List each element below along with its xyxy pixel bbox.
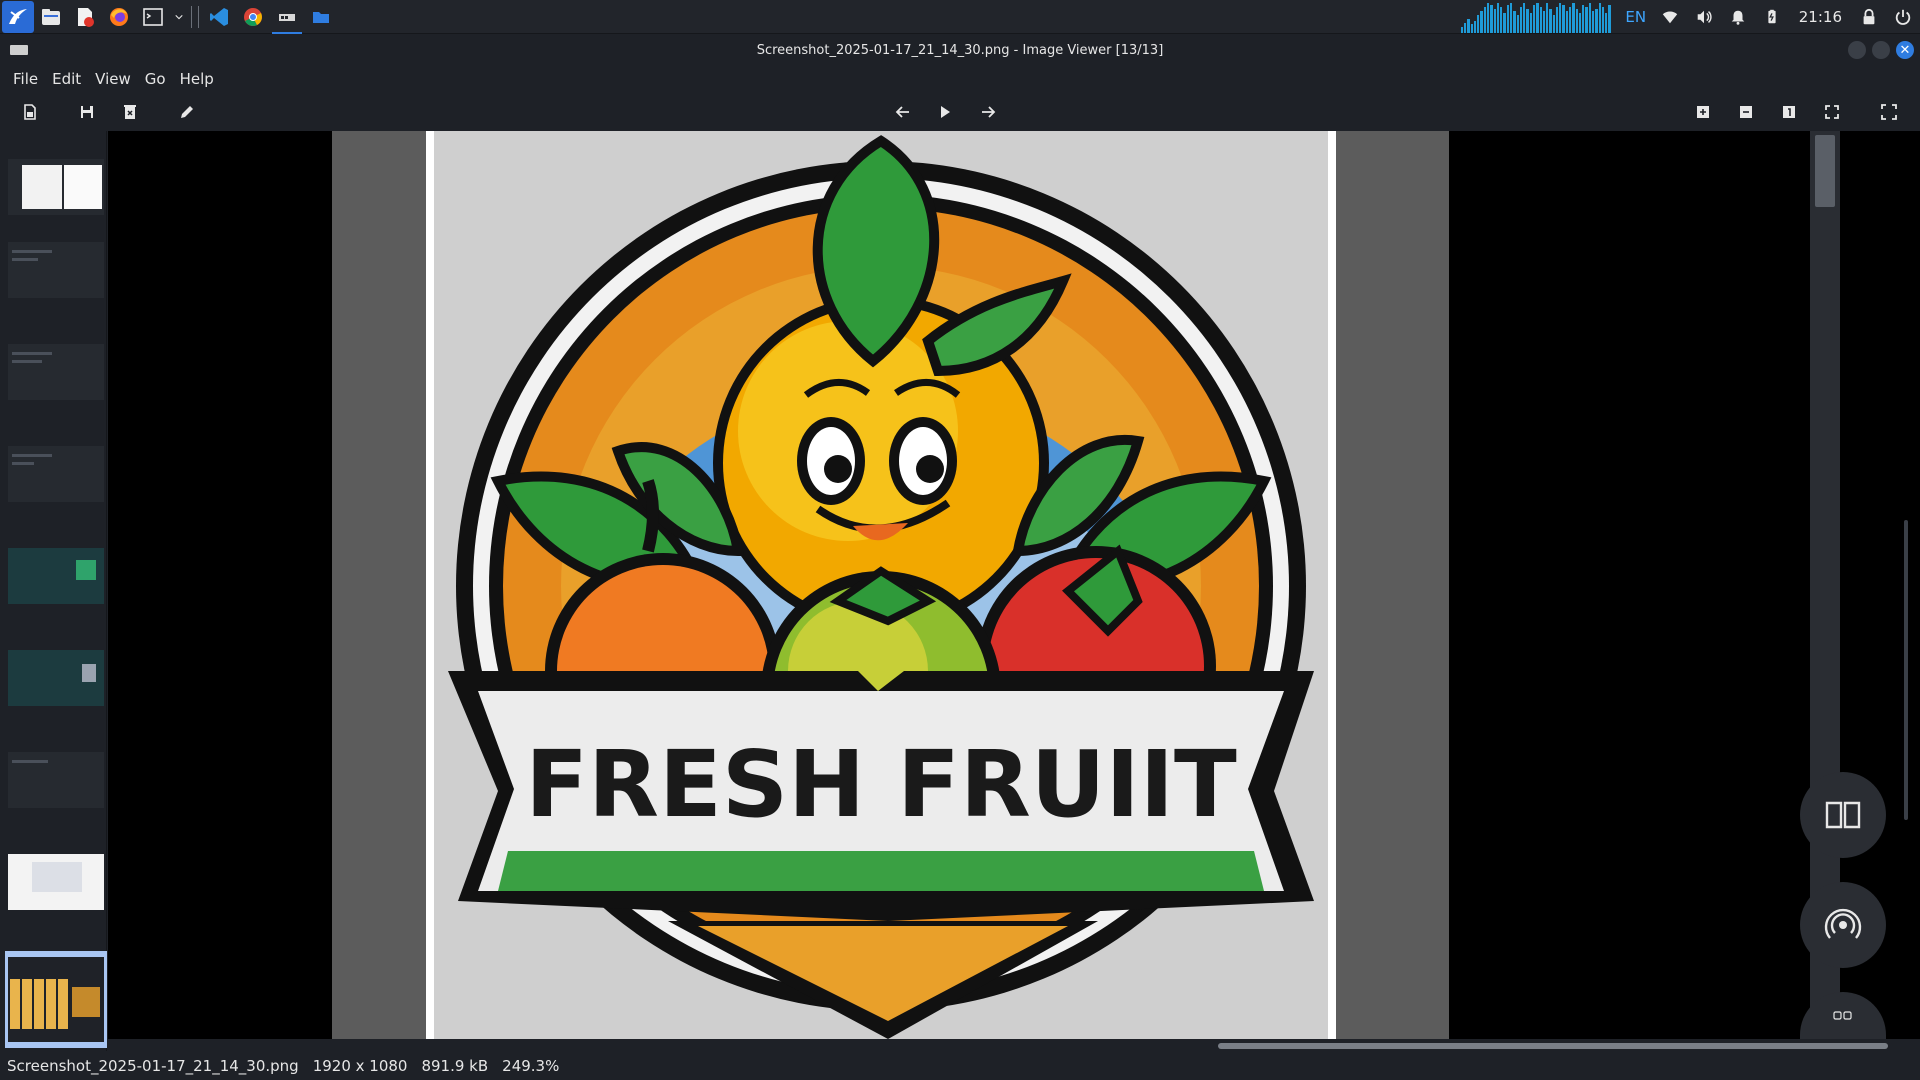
folder-icon[interactable] bbox=[304, 0, 338, 34]
notification-bell-icon[interactable] bbox=[1721, 0, 1755, 34]
status-filename: Screenshot_2025-01-17_21_14_30.png bbox=[7, 1056, 299, 1075]
file-manager-icon[interactable] bbox=[34, 0, 68, 34]
side-panel-scrollbar[interactable] bbox=[1904, 520, 1908, 820]
next-button[interactable] bbox=[974, 99, 1002, 125]
slideshow-button[interactable] bbox=[931, 99, 959, 125]
vertical-scrollbar-thumb[interactable] bbox=[1815, 135, 1835, 207]
chevron-down-icon[interactable] bbox=[170, 0, 188, 34]
menu-go[interactable]: Go bbox=[138, 70, 173, 88]
zoom-in-button[interactable] bbox=[1689, 99, 1717, 125]
panel-separator bbox=[198, 5, 199, 28]
next-icon bbox=[982, 106, 996, 118]
keyboard-layout[interactable]: EN bbox=[1619, 0, 1653, 34]
image-viewer-icon[interactable] bbox=[270, 0, 304, 34]
menu-bar: File Edit View Go Help bbox=[0, 65, 1920, 93]
status-filesize: 891.9 kB bbox=[421, 1056, 489, 1075]
broadcast-icon bbox=[1824, 908, 1862, 939]
thumbnail[interactable] bbox=[8, 650, 104, 706]
toolbar bbox=[0, 93, 1920, 131]
book-icon bbox=[1825, 801, 1861, 829]
actual-size-button[interactable] bbox=[1775, 99, 1803, 125]
fit-window-button[interactable] bbox=[1818, 99, 1846, 125]
zoom-in-icon bbox=[1697, 106, 1709, 118]
firefox-icon[interactable] bbox=[102, 0, 136, 34]
app-icon bbox=[10, 45, 28, 55]
close-icon: ✕ bbox=[1899, 42, 1911, 58]
volume-icon[interactable] bbox=[1687, 0, 1721, 34]
thumbnail[interactable] bbox=[8, 752, 104, 808]
horizontal-scrollbar[interactable] bbox=[1218, 1043, 1888, 1049]
chrome-icon[interactable] bbox=[236, 0, 270, 34]
delete-icon bbox=[124, 105, 136, 119]
actual-size-icon bbox=[1783, 106, 1795, 118]
thumbnail[interactable] bbox=[8, 854, 104, 910]
menu-help[interactable]: Help bbox=[173, 70, 221, 88]
fullscreen-button[interactable] bbox=[1875, 99, 1903, 125]
panel-separator bbox=[191, 5, 192, 28]
power-icon[interactable] bbox=[1886, 0, 1920, 34]
reader-mode-button[interactable] bbox=[1800, 772, 1886, 858]
open-icon bbox=[24, 104, 36, 120]
thumbnail-sidebar[interactable] bbox=[0, 131, 107, 1051]
thumbnail[interactable] bbox=[8, 159, 104, 215]
thumbnail[interactable] bbox=[8, 548, 104, 604]
vscode-icon[interactable] bbox=[202, 0, 236, 34]
fit-window-icon bbox=[1825, 105, 1839, 119]
previous-button[interactable] bbox=[889, 99, 917, 125]
thumbnail[interactable] bbox=[8, 242, 104, 298]
thumbnail[interactable] bbox=[8, 344, 104, 400]
broadcast-button[interactable] bbox=[1800, 882, 1886, 968]
cpu-graph bbox=[1460, 1, 1611, 33]
edit-icon bbox=[181, 106, 193, 118]
menu-view[interactable]: View bbox=[88, 70, 138, 88]
thumbnail[interactable] bbox=[8, 446, 104, 502]
banner-text: FRESH FRUIIT bbox=[525, 731, 1237, 838]
fruit-logo-image: FRESH FRUIIT bbox=[448, 135, 1314, 1039]
fullscreen-icon bbox=[1881, 104, 1897, 120]
lock-icon[interactable] bbox=[1852, 0, 1886, 34]
save-icon bbox=[81, 106, 93, 118]
previous-icon bbox=[895, 106, 909, 118]
save-button[interactable] bbox=[73, 99, 101, 125]
launcher-icon[interactable] bbox=[2, 0, 34, 33]
grid-icon bbox=[1833, 1011, 1852, 1020]
pdf-editor-icon[interactable] bbox=[68, 0, 102, 34]
thumbnail-selected[interactable] bbox=[5, 951, 107, 1048]
edit-button[interactable] bbox=[173, 99, 201, 125]
terminal-icon[interactable] bbox=[136, 0, 170, 34]
delete-button[interactable] bbox=[116, 99, 144, 125]
window-title: Screenshot_2025-01-17_21_14_30.png - Ima… bbox=[756, 42, 1164, 58]
status-bar: Screenshot_2025-01-17_21_14_30.png 1920 … bbox=[0, 1051, 1920, 1080]
wifi-icon[interactable] bbox=[1653, 0, 1687, 34]
menu-edit[interactable]: Edit bbox=[45, 70, 88, 88]
clock[interactable]: 21:16 bbox=[1789, 0, 1852, 34]
menu-file[interactable]: File bbox=[6, 70, 45, 88]
status-zoom: 249.3% bbox=[502, 1056, 560, 1075]
slideshow-icon bbox=[941, 106, 950, 118]
window-titlebar[interactable]: Screenshot_2025-01-17_21_14_30.png - Ima… bbox=[0, 35, 1920, 65]
open-button[interactable] bbox=[16, 99, 44, 125]
maximize-button[interactable] bbox=[1872, 41, 1890, 59]
system-panel: EN 21:16 bbox=[0, 0, 1920, 34]
status-dimensions: 1920 x 1080 bbox=[312, 1056, 408, 1075]
battery-icon[interactable] bbox=[1755, 0, 1789, 34]
zoom-out-icon bbox=[1740, 106, 1752, 118]
close-button[interactable]: ✕ bbox=[1896, 41, 1914, 59]
minimize-button[interactable] bbox=[1848, 41, 1866, 59]
zoom-out-button[interactable] bbox=[1732, 99, 1760, 125]
image-canvas[interactable]: FRESH FRUIIT bbox=[108, 131, 1920, 1039]
